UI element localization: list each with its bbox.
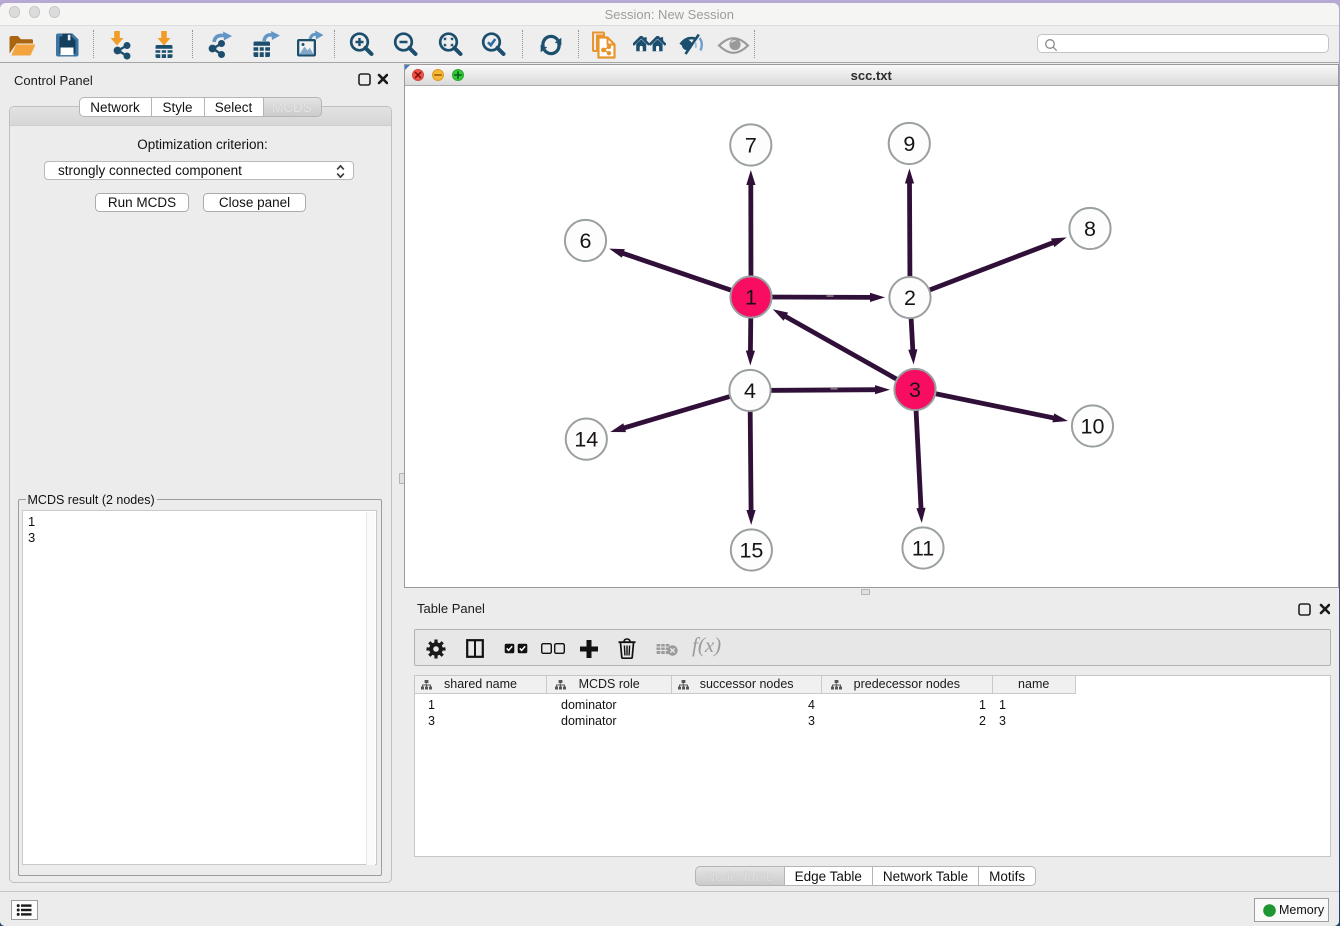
svg-text:8: 8 (1084, 217, 1096, 241)
svg-text:4: 4 (744, 379, 756, 403)
svg-text:6: 6 (580, 229, 592, 253)
svg-text:14: 14 (574, 428, 598, 452)
svg-text:9: 9 (903, 132, 915, 156)
svg-text:10: 10 (1081, 415, 1105, 439)
svg-text:3: 3 (909, 378, 921, 402)
svg-text:15: 15 (739, 539, 763, 563)
svg-text:11: 11 (912, 537, 934, 561)
svg-text:2: 2 (904, 286, 916, 310)
svg-text:1: 1 (745, 286, 757, 310)
svg-text:7: 7 (745, 134, 757, 158)
